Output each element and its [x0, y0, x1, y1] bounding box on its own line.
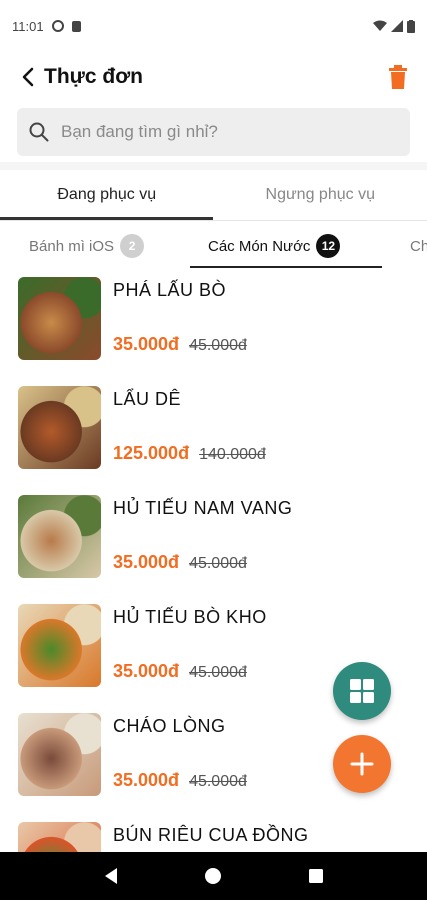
nav-back-button[interactable] [96, 861, 126, 891]
item-price: 125.000đ [113, 443, 190, 463]
category-tab-indicator [190, 266, 382, 268]
item-price: 35.000đ [113, 770, 180, 790]
item-name: LẨU DÊ [113, 389, 182, 409]
food-thumbnail [18, 713, 101, 796]
item-name: CHÁO LÒNG [113, 716, 226, 736]
category-grid-button[interactable] [333, 662, 391, 720]
grid-icon [350, 679, 374, 703]
home-circle-icon [205, 868, 222, 884]
category-tab-banh-mi[interactable]: Bánh mì iOS 2 [29, 221, 145, 271]
item-name: BÚN RIÊU CUA ĐỒNG [113, 825, 309, 845]
status-time: 11:01 [12, 18, 44, 34]
app-header: Thực đơn [0, 52, 427, 102]
section-divider [0, 162, 427, 170]
item-price: 35.000đ [113, 552, 180, 572]
item-old-price: 45.000đ [189, 773, 247, 790]
category-count-badge: 12 [316, 234, 341, 258]
back-triangle-icon [105, 868, 118, 884]
plus-icon [350, 752, 374, 776]
item-name: HỦ TIẾU NAM VANG [113, 498, 293, 518]
item-old-price: 45.000đ [189, 337, 247, 354]
back-arrow-icon[interactable] [20, 66, 36, 88]
category-tab-label: Ch [410, 237, 427, 255]
item-price: 35.000đ [113, 334, 180, 354]
menu-item[interactable]: HỦ TIẾU NAM VANG 35.000đ 45.000đ [0, 490, 427, 599]
nav-recents-button[interactable] [301, 861, 331, 891]
notification-icon [51, 20, 64, 32]
food-thumbnail [18, 604, 101, 687]
add-item-button[interactable] [333, 735, 391, 793]
menu-item[interactable]: LẨU DÊ 125.000đ 140.000đ [0, 381, 427, 490]
search-input[interactable] [61, 122, 398, 142]
signal-icon [391, 20, 403, 32]
item-old-price: 45.000đ [189, 555, 247, 572]
category-tab-cac-mon-nuoc[interactable]: Các Món Nước 12 [208, 221, 341, 271]
battery-icon [407, 19, 415, 33]
category-count-badge: 2 [120, 234, 145, 258]
sim-card-icon [71, 20, 81, 32]
status-bar: 11:01 [0, 0, 427, 52]
item-old-price: 140.000đ [199, 446, 266, 463]
item-price: 35.000đ [113, 661, 180, 681]
trash-icon[interactable] [387, 65, 409, 89]
page-title: Thực đơn [44, 65, 143, 88]
menu-item-list: PHÁ LẤU BÒ 35.000đ 45.000đ LẨU DÊ 125.00… [0, 272, 427, 900]
item-name: HỦ TIẾU BÒ KHO [113, 607, 267, 627]
category-tab-label: Bánh mì iOS [29, 237, 115, 255]
recents-square-icon [308, 869, 323, 883]
item-name: PHÁ LẤU BÒ [113, 280, 227, 300]
item-old-price: 45.000đ [189, 664, 247, 681]
main-tabs: Đang phục vụ Ngưng phục vụ [0, 170, 427, 220]
category-tabs: Bánh mì iOS 2 Các Món Nước 12 Ch [0, 221, 427, 271]
search-bar[interactable] [17, 108, 410, 156]
main-tab-indicator [0, 217, 213, 220]
system-nav-bar [0, 852, 427, 900]
search-icon [29, 122, 49, 142]
tab-serving[interactable]: Đang phục vụ [0, 170, 214, 220]
food-thumbnail [18, 277, 101, 360]
wifi-icon [373, 20, 387, 31]
food-thumbnail [18, 386, 101, 469]
category-tab-label: Các Món Nước [208, 237, 311, 255]
menu-item[interactable]: PHÁ LẤU BÒ 35.000đ 45.000đ [0, 272, 427, 381]
nav-home-button[interactable] [198, 861, 228, 891]
tab-stopped-serving[interactable]: Ngưng phục vụ [214, 170, 427, 220]
food-thumbnail [18, 495, 101, 578]
category-tab-next[interactable]: Ch [410, 221, 427, 271]
